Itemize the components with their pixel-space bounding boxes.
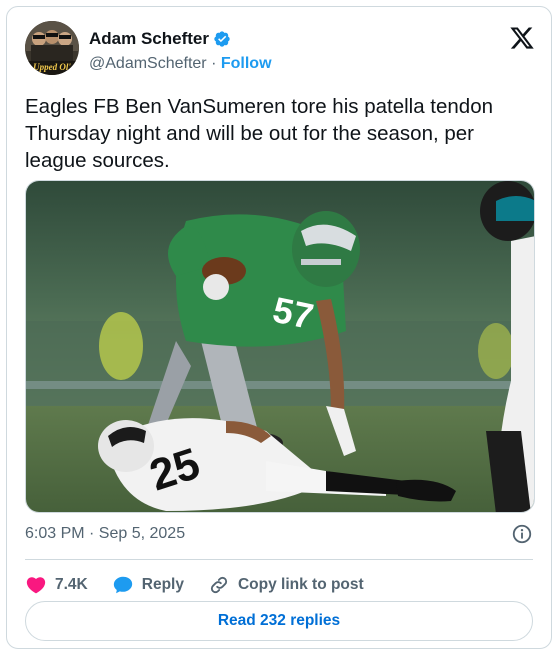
tweet-actions: 7.4K Reply Copy link to post — [25, 567, 388, 603]
author-handle[interactable]: @AdamSchefter — [89, 55, 207, 72]
heart-icon — [26, 577, 46, 594]
link-icon — [210, 576, 228, 594]
reply-bubble-icon — [113, 576, 132, 594]
author-name-row: Adam Schefter — [89, 29, 231, 49]
football-photo: 57 25 — [26, 181, 534, 512]
tweet-photo[interactable]: 57 25 — [25, 180, 535, 513]
eagles-jersey-number: 57 — [269, 289, 317, 337]
like-button[interactable]: 7.4K — [25, 574, 88, 596]
divider — [25, 559, 533, 560]
tweet-card: Upped Ol' Adam Schefter @AdamSchefter · … — [6, 6, 552, 649]
verified-badge-icon — [214, 31, 230, 47]
follow-button[interactable]: Follow — [221, 55, 272, 72]
separator-dot: · — [211, 55, 217, 72]
author-handle-row: @AdamSchefter · Follow — [89, 55, 272, 73]
read-replies-button[interactable]: Read 232 replies — [25, 601, 533, 641]
like-count: 7.4K — [55, 576, 88, 593]
avatar-image: Upped Ol' — [25, 21, 79, 75]
tweet-text: Eagles FB Ben VanSumeren tore his patell… — [25, 95, 493, 172]
copy-link-label: Copy link to post — [237, 576, 364, 593]
reply-button[interactable]: Reply — [112, 574, 184, 596]
avatar-caption: Upped Ol' — [33, 62, 71, 72]
avatar[interactable]: Upped Ol' — [25, 21, 79, 75]
copy-link-button[interactable]: Copy link to post — [208, 574, 364, 596]
info-icon[interactable] — [511, 523, 533, 545]
x-logo-icon[interactable] — [509, 25, 535, 51]
author-name[interactable]: Adam Schefter — [89, 29, 209, 49]
tweet-timestamp[interactable]: 6:03 PM · Sep 5, 2025 — [25, 525, 185, 543]
reply-label: Reply — [141, 576, 184, 593]
